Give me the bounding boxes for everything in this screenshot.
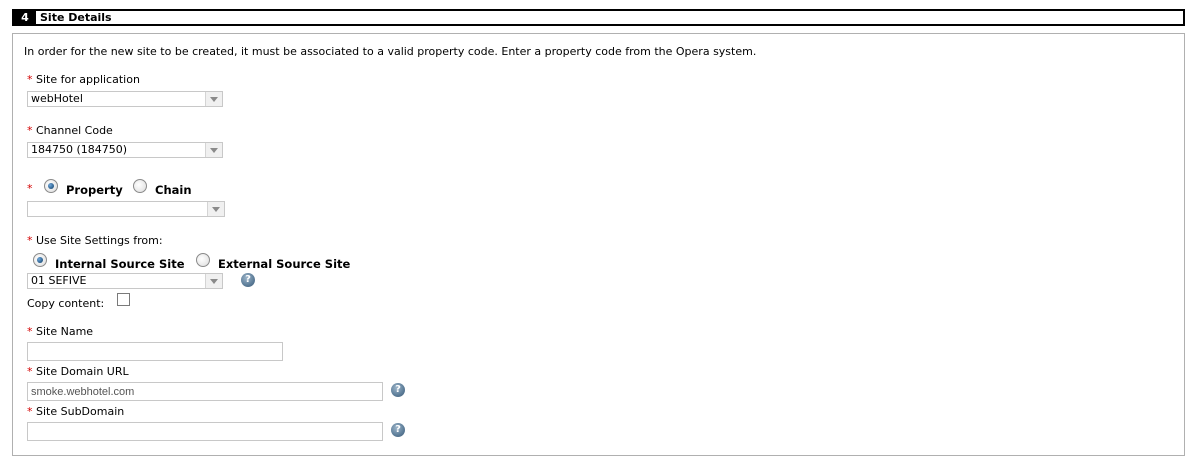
property-chain-select[interactable] xyxy=(27,201,225,217)
required-asterisk: * xyxy=(27,365,33,378)
site-subdomain-input[interactable] xyxy=(27,422,383,441)
property-radio[interactable] xyxy=(44,179,58,193)
copy-content-checkbox[interactable] xyxy=(117,293,130,306)
required-asterisk: * xyxy=(27,325,33,338)
use-site-settings-label: * Use Site Settings from: xyxy=(27,234,163,247)
help-icon[interactable]: ? xyxy=(241,273,255,287)
required-asterisk: * xyxy=(27,73,33,86)
section-header: 4 Site Details xyxy=(12,9,1185,26)
property-radio-label: Property xyxy=(66,183,123,197)
channel-code-label: * Channel Code xyxy=(27,124,113,137)
site-subdomain-label: * Site SubDomain xyxy=(27,405,125,418)
internal-source-site-radio[interactable] xyxy=(33,253,47,267)
help-icon[interactable]: ? xyxy=(391,423,405,437)
site-domain-url-input[interactable] xyxy=(27,382,383,401)
site-for-application-label: * Site for application xyxy=(27,73,140,86)
property-required-asterisk: * xyxy=(27,182,33,195)
required-asterisk: * xyxy=(27,124,33,137)
site-name-input[interactable] xyxy=(27,342,283,361)
step-number: 4 xyxy=(14,11,36,24)
chevron-down-icon xyxy=(207,202,224,216)
source-site-select[interactable]: 01 SEFIVE xyxy=(27,273,223,289)
external-source-site-radio[interactable] xyxy=(196,253,210,267)
required-asterisk: * xyxy=(27,405,33,418)
site-for-application-select[interactable]: webHotel xyxy=(27,91,223,107)
section-title: Site Details xyxy=(40,11,112,24)
required-asterisk: * xyxy=(27,234,33,247)
copy-content-label: Copy content: xyxy=(27,297,105,310)
intro-text: In order for the new site to be created,… xyxy=(24,45,757,58)
chevron-down-icon xyxy=(205,274,222,288)
help-icon[interactable]: ? xyxy=(391,383,405,397)
internal-source-site-label: Internal Source Site xyxy=(55,257,185,271)
channel-code-select[interactable]: 184750 (184750) xyxy=(27,142,223,158)
chevron-down-icon xyxy=(205,143,222,157)
chain-radio-label: Chain xyxy=(155,183,192,197)
chain-radio[interactable] xyxy=(133,179,147,193)
chevron-down-icon xyxy=(205,92,222,106)
site-name-label: * Site Name xyxy=(27,325,94,338)
site-domain-url-label: * Site Domain URL xyxy=(27,365,129,378)
site-details-panel: In order for the new site to be created,… xyxy=(12,33,1185,456)
external-source-site-label: External Source Site xyxy=(218,257,351,271)
